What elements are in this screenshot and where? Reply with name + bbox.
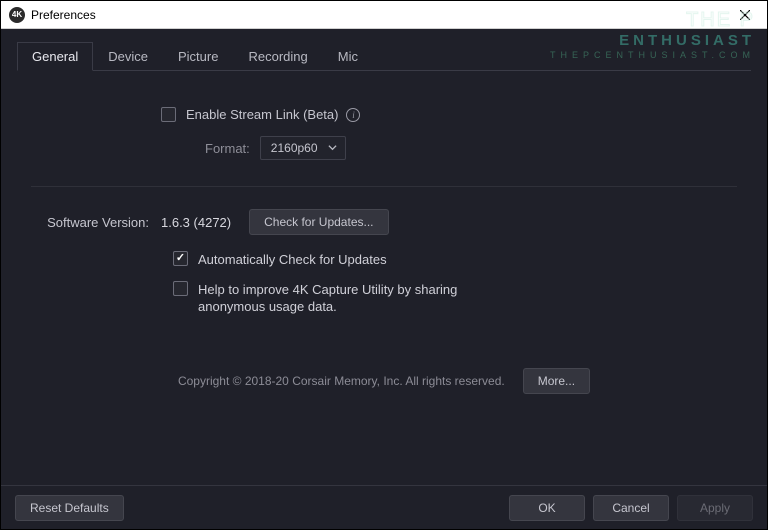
divider <box>31 186 737 187</box>
enable-stream-link-checkbox[interactable] <box>161 107 176 122</box>
cancel-button[interactable]: Cancel <box>593 495 669 521</box>
reset-defaults-button[interactable]: Reset Defaults <box>15 495 124 521</box>
software-version-row: Software Version: 1.6.3 (4272) Check for… <box>31 209 737 235</box>
stream-link-row: Enable Stream Link (Beta) i <box>31 107 737 122</box>
tab-picture[interactable]: Picture <box>163 42 233 71</box>
software-version-label: Software Version: <box>31 215 161 230</box>
window-title: Preferences <box>31 8 96 22</box>
info-icon[interactable]: i <box>346 108 360 122</box>
content: Enable Stream Link (Beta) i Format: 2160… <box>1 71 767 404</box>
auto-check-row: Automatically Check for Updates <box>173 251 593 269</box>
tab-device[interactable]: Device <box>93 42 163 71</box>
check-updates-button[interactable]: Check for Updates... <box>249 209 388 235</box>
telemetry-checkbox[interactable] <box>173 281 188 296</box>
tab-general[interactable]: General <box>17 42 93 71</box>
enable-stream-link-label: Enable Stream Link (Beta) <box>186 107 338 122</box>
copyright-row: Copyright © 2018-20 Corsair Memory, Inc.… <box>31 368 737 394</box>
apply-button[interactable]: Apply <box>677 495 753 521</box>
format-select[interactable]: 2160p60 <box>260 136 346 160</box>
tabs: General Device Picture Recording Mic <box>17 41 751 71</box>
more-button[interactable]: More... <box>523 368 590 394</box>
ok-button[interactable]: OK <box>509 495 585 521</box>
close-button[interactable] <box>722 1 767 29</box>
auto-check-label: Automatically Check for Updates <box>198 251 387 269</box>
tab-mic[interactable]: Mic <box>323 42 373 71</box>
software-version-value: 1.6.3 (4272) <box>161 215 231 230</box>
format-label: Format: <box>205 141 250 156</box>
close-icon <box>740 10 750 20</box>
app-icon: 4K <box>9 7 25 23</box>
titlebar: 4K Preferences <box>1 1 767 29</box>
auto-check-checkbox[interactable] <box>173 251 188 266</box>
footer: Reset Defaults OK Cancel Apply <box>1 485 767 529</box>
copyright-text: Copyright © 2018-20 Corsair Memory, Inc.… <box>178 374 505 388</box>
format-value: 2160p60 <box>271 141 318 155</box>
tabs-container: General Device Picture Recording Mic <box>1 29 767 71</box>
tab-recording[interactable]: Recording <box>233 42 322 71</box>
format-row: Format: 2160p60 <box>31 136 737 160</box>
telemetry-row: Help to improve 4K Capture Utility by sh… <box>173 281 593 316</box>
chevron-down-icon <box>328 141 337 155</box>
telemetry-label: Help to improve 4K Capture Utility by sh… <box>198 281 488 316</box>
